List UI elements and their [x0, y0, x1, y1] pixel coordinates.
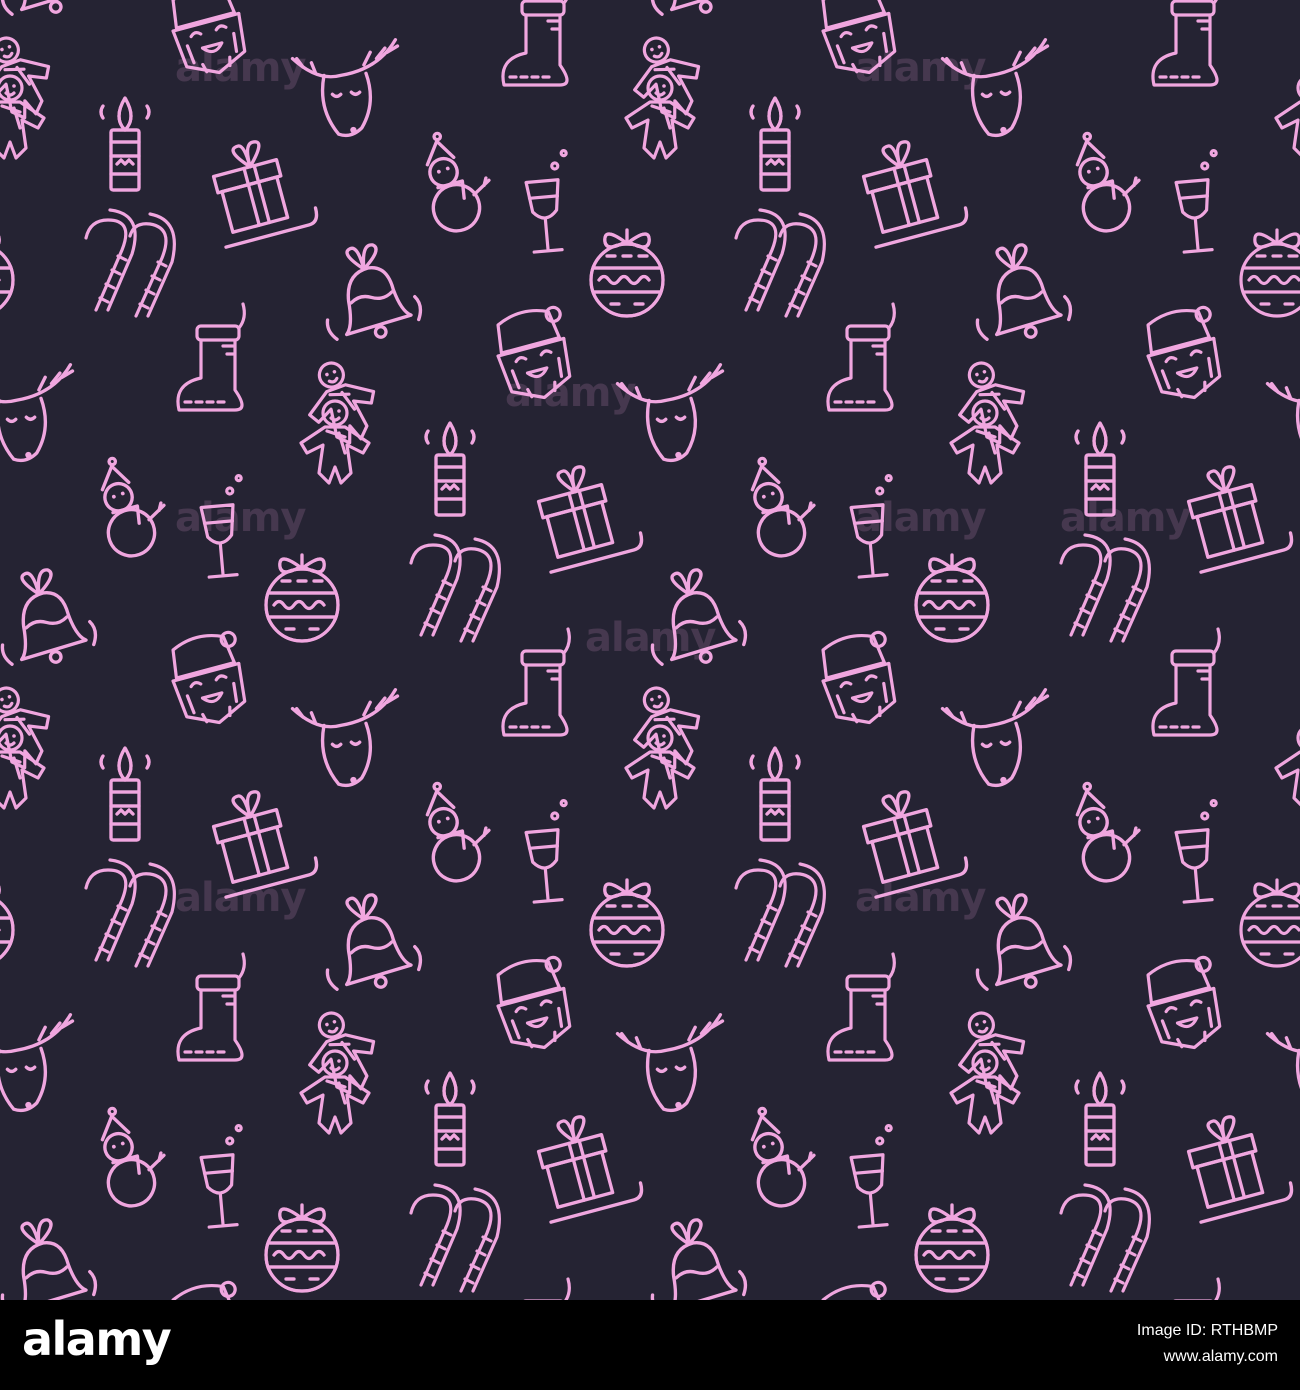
image-info: Image ID: RTHBMP www.alamy.com — [1137, 1318, 1278, 1370]
stock-footer-bar: alamy Image ID: RTHBMP www.alamy.com — [0, 1300, 1300, 1390]
christmas-icon-pattern — [0, 0, 1300, 1300]
pattern-background: alamy alamy alamy alamy alamy alamy alam… — [0, 0, 1300, 1300]
site-url-text: www.alamy.com — [1163, 1348, 1278, 1365]
image-id-text: Image ID: RTHBMP — [1136, 1322, 1278, 1339]
alamy-logo: alamy — [22, 1312, 172, 1366]
